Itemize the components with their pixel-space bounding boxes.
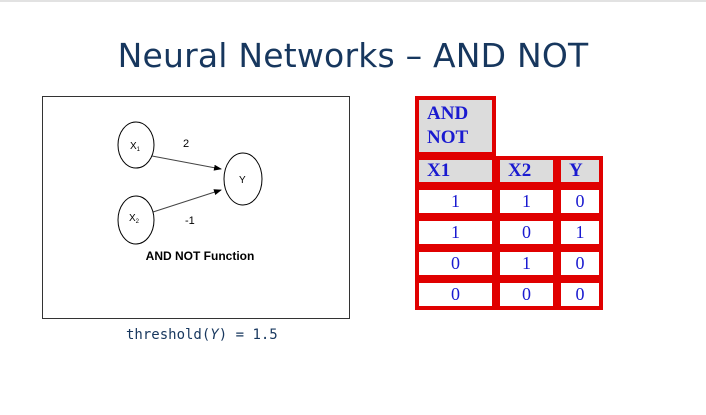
threshold-text: threshold(Y) = 1.5 <box>126 327 278 343</box>
table-header-row: X1 X2 Y <box>415 156 603 186</box>
weight-x2-y: -1 <box>185 215 195 227</box>
weight-x1-y: 2 <box>183 138 189 150</box>
table-cell: 1 <box>415 217 496 248</box>
top-divider <box>0 0 706 2</box>
edge-x2-y <box>152 189 222 213</box>
node-y-label: Y <box>239 175 246 186</box>
table-title-row: AND NOT <box>415 96 603 156</box>
slide-title: Neural Networks – AND NOT <box>117 36 589 75</box>
table-title: AND NOT <box>415 96 496 156</box>
diagram-caption: AND NOT Function <box>145 249 255 263</box>
table-cell: 0 <box>415 279 496 310</box>
network-diagram: X1 X2 Y 2 -1 AND NOT Function <box>42 96 350 319</box>
truth-table: AND NOT X1 X2 Y 1 1 0 1 0 1 0 1 0 0 0 0 <box>415 96 603 310</box>
table-cell: 1 <box>557 217 603 248</box>
table-row: 0 1 0 <box>415 248 603 279</box>
column-header-y: Y <box>557 156 603 186</box>
table-row: 1 1 0 <box>415 186 603 217</box>
table-cell: 0 <box>557 248 603 279</box>
table-cell: 1 <box>415 186 496 217</box>
table-cell: 0 <box>496 279 557 310</box>
column-header-x2: X2 <box>496 156 557 186</box>
table-cell: 1 <box>496 248 557 279</box>
column-header-x1: X1 <box>415 156 496 186</box>
table-row: 0 0 0 <box>415 279 603 310</box>
edge-x1-y <box>151 155 222 171</box>
table-row: 1 0 1 <box>415 217 603 248</box>
table-cell: 0 <box>557 186 603 217</box>
table-cell: 0 <box>496 217 557 248</box>
network-diagram-svg: X1 X2 Y 2 -1 <box>117 121 263 245</box>
table-cell: 0 <box>415 248 496 279</box>
table-cell: 0 <box>557 279 603 310</box>
table-cell: 1 <box>496 186 557 217</box>
